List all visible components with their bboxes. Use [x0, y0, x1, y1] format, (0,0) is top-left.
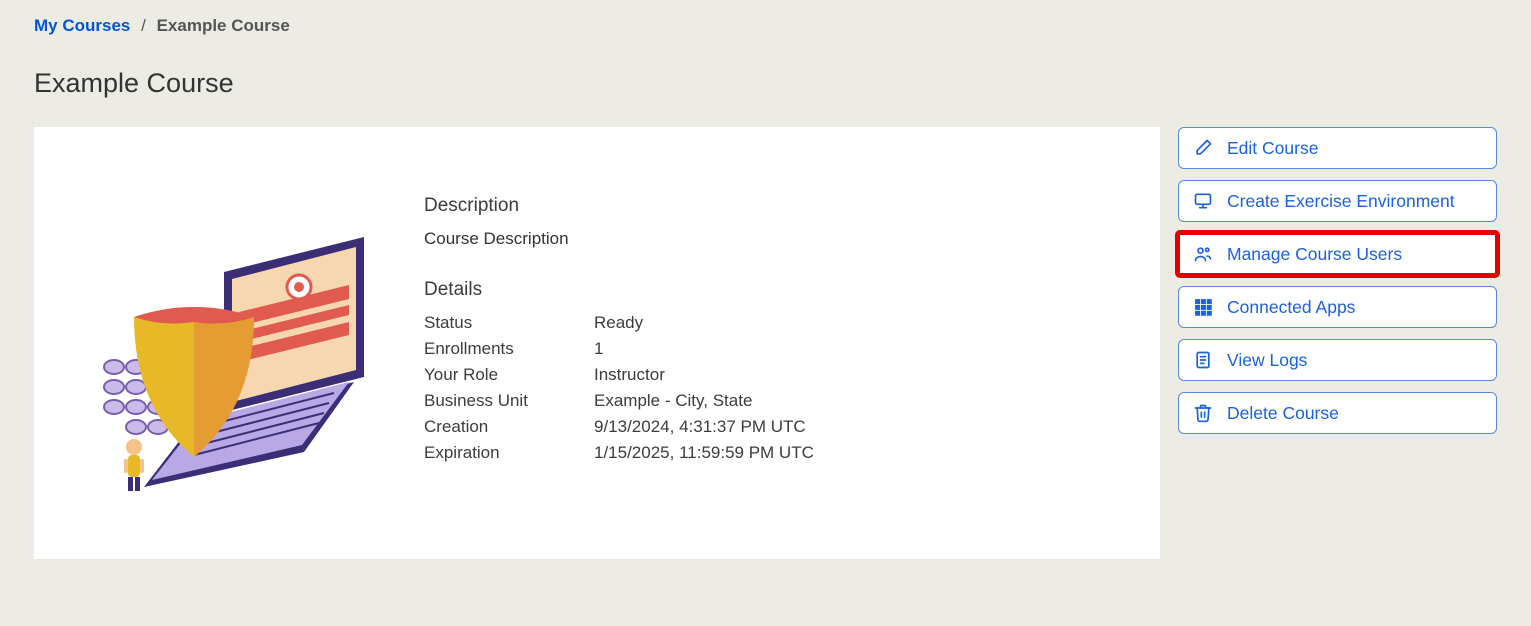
page-title: Example Course	[34, 68, 1497, 99]
action-label: View Logs	[1227, 350, 1307, 371]
detail-value: 9/13/2024, 4:31:37 PM UTC	[594, 417, 1130, 437]
action-label: Create Exercise Environment	[1227, 191, 1455, 212]
detail-value: Ready	[594, 313, 1130, 333]
connected-apps-button[interactable]: Connected Apps	[1178, 286, 1497, 328]
breadcrumb: My Courses / Example Course	[34, 16, 1497, 36]
detail-label: Business Unit	[424, 391, 594, 411]
grid-icon	[1193, 297, 1213, 317]
breadcrumb-current: Example Course	[157, 16, 290, 35]
detail-label: Enrollments	[424, 339, 594, 359]
monitor-icon	[1193, 191, 1213, 211]
course-card: Description Course Description Details S…	[34, 127, 1160, 559]
detail-label: Expiration	[424, 443, 594, 463]
description-text: Course Description	[424, 229, 1130, 249]
course-info: Description Course Description Details S…	[424, 187, 1130, 463]
action-label: Connected Apps	[1227, 297, 1355, 318]
manage-course-users-button[interactable]: Manage Course Users	[1178, 233, 1497, 275]
breadcrumb-separator: /	[141, 16, 146, 35]
details-grid: Status Ready Enrollments 1 Your Role Ins…	[424, 313, 1130, 463]
course-illustration	[74, 177, 374, 497]
detail-value: Example - City, State	[594, 391, 1130, 411]
detail-label: Your Role	[424, 365, 594, 385]
document-icon	[1193, 350, 1213, 370]
pencil-icon	[1193, 138, 1213, 158]
create-environment-button[interactable]: Create Exercise Environment	[1178, 180, 1497, 222]
detail-value: Instructor	[594, 365, 1130, 385]
view-logs-button[interactable]: View Logs	[1178, 339, 1497, 381]
details-heading: Details	[424, 279, 1130, 301]
users-icon	[1193, 244, 1213, 264]
action-panel: Edit Course Create Exercise Environment …	[1178, 127, 1497, 434]
action-label: Delete Course	[1227, 403, 1339, 424]
detail-value: 1	[594, 339, 1130, 359]
edit-course-button[interactable]: Edit Course	[1178, 127, 1497, 169]
trash-icon	[1193, 403, 1213, 423]
detail-value: 1/15/2025, 11:59:59 PM UTC	[594, 443, 1130, 463]
action-label: Edit Course	[1227, 138, 1318, 159]
detail-label: Status	[424, 313, 594, 333]
delete-course-button[interactable]: Delete Course	[1178, 392, 1497, 434]
description-heading: Description	[424, 195, 1130, 217]
breadcrumb-root-link[interactable]: My Courses	[34, 16, 130, 35]
action-label: Manage Course Users	[1227, 244, 1402, 265]
detail-label: Creation	[424, 417, 594, 437]
content-row: Description Course Description Details S…	[34, 127, 1497, 559]
